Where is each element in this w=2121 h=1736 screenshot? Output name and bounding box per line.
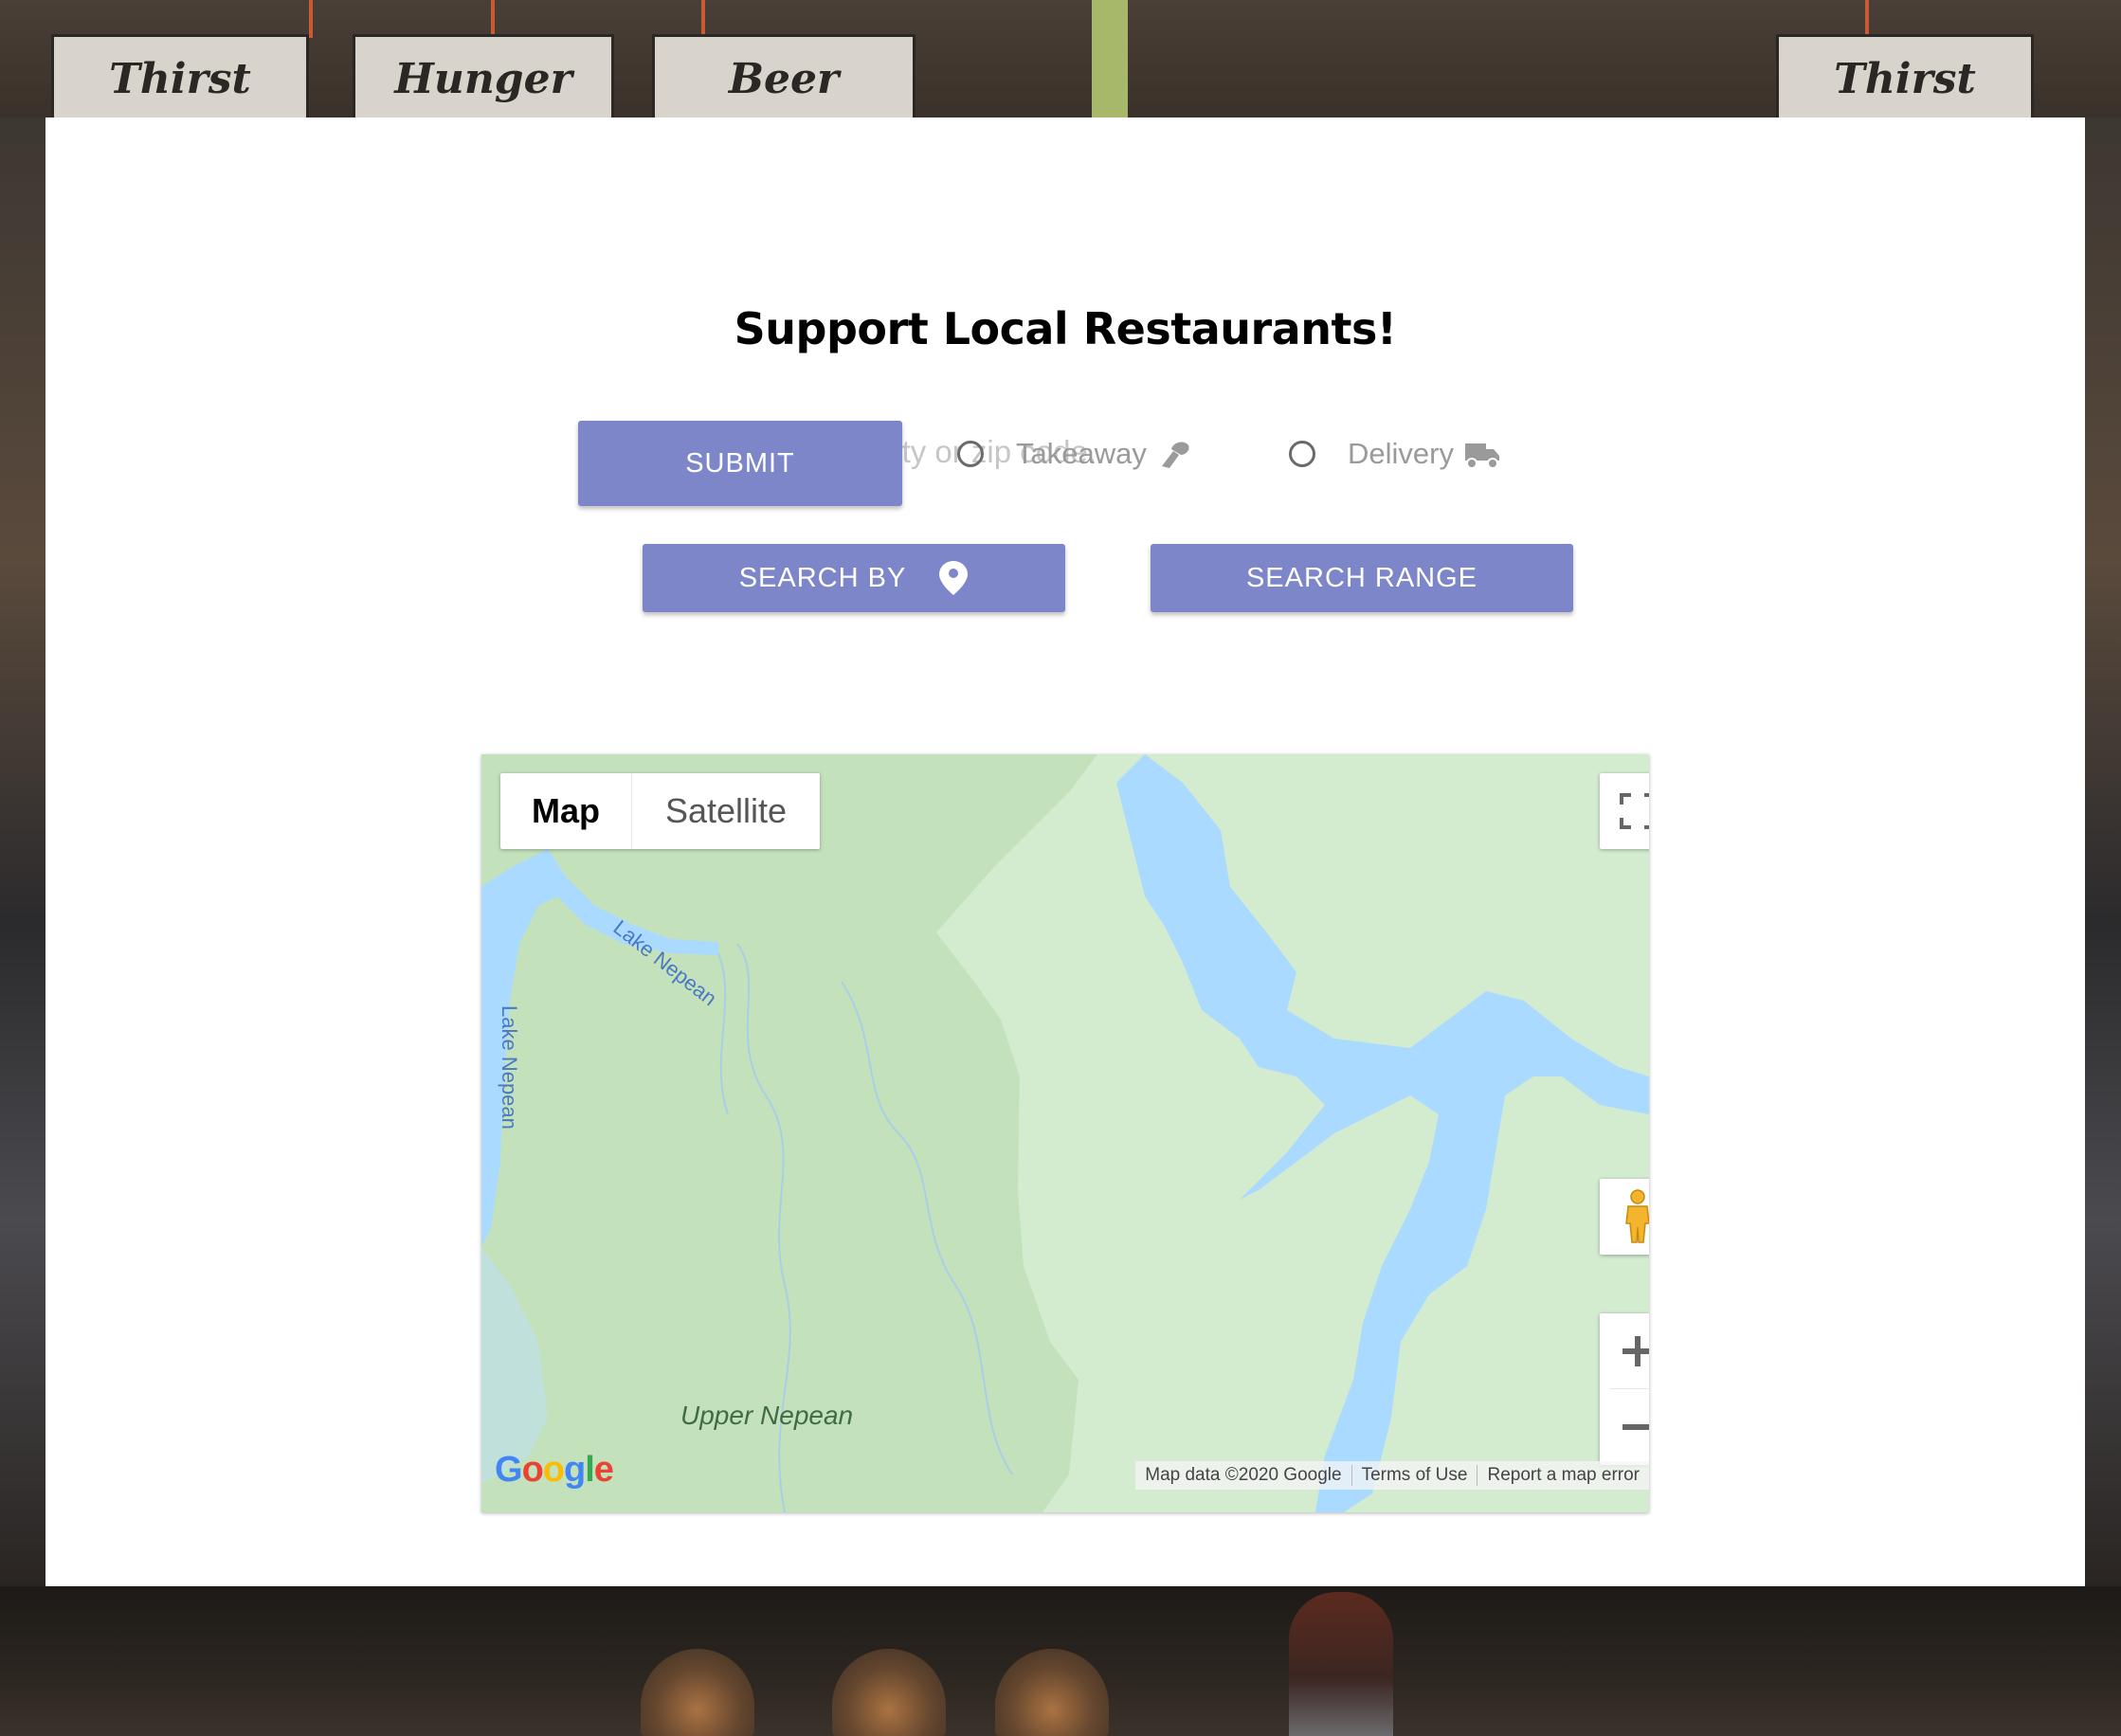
takeaway-label: Takeaway xyxy=(1016,437,1147,470)
takeaway-radio[interactable]: Takeaway xyxy=(957,423,1194,485)
submit-button[interactable]: SUBMIT xyxy=(578,421,902,506)
map-terrain xyxy=(481,754,1649,1512)
submit-button-label: SUBMIT xyxy=(685,447,795,479)
main-card: Support Local Restaurants! SUBMIT Takeaw… xyxy=(45,118,2085,1586)
background-strip xyxy=(1092,0,1128,118)
map-data-credit: Map data ©2020 Google xyxy=(1145,1465,1342,1485)
map-label-lake: Lake Nepean xyxy=(498,1005,521,1130)
search-range-button[interactable]: SEARCH RANGE xyxy=(1151,544,1573,612)
zoom-out-button[interactable] xyxy=(1600,1389,1649,1465)
background-right-edge xyxy=(2083,118,2121,1586)
lamp-cord xyxy=(309,0,313,38)
barista xyxy=(1289,1592,1393,1736)
pegman-icon xyxy=(1625,1189,1649,1243)
background-sign: Thirst xyxy=(51,34,309,123)
report-map-error-link[interactable]: Report a map error xyxy=(1477,1465,1649,1486)
delivery-label: Delivery xyxy=(1348,437,1454,470)
takeaway-icon xyxy=(1161,442,1189,468)
map-view[interactable]: Lake Nepean Lake Nepean Upper Nepean Map… xyxy=(481,754,1649,1512)
terms-of-use-link[interactable]: Terms of Use xyxy=(1351,1465,1477,1486)
lamp-cord xyxy=(701,0,705,38)
lamp-cord xyxy=(491,0,495,38)
street-view-pegman[interactable] xyxy=(1600,1179,1649,1255)
background-sign: Hunger xyxy=(353,34,614,123)
map-attribution: Map data ©2020 Google Terms of Use Repor… xyxy=(1135,1461,1649,1490)
search-by-button[interactable]: SEARCH BY xyxy=(643,544,1065,612)
map-type-control: Map Satellite xyxy=(500,773,820,849)
radio-circle[interactable] xyxy=(957,441,984,467)
lamp-cord xyxy=(1865,0,1869,38)
page-title: Support Local Restaurants! xyxy=(734,303,1397,354)
radio-circle[interactable] xyxy=(1289,441,1315,467)
zoom-control xyxy=(1600,1313,1649,1465)
background-sign: Beer xyxy=(652,34,915,123)
map-type-satellite-button[interactable]: Satellite xyxy=(632,773,820,849)
truck-icon xyxy=(1464,443,1499,469)
zoom-in-button[interactable] xyxy=(1600,1313,1649,1389)
fullscreen-icon xyxy=(1620,793,1649,829)
fullscreen-button[interactable] xyxy=(1600,773,1649,849)
plus-icon xyxy=(1622,1336,1649,1366)
minus-icon xyxy=(1622,1424,1649,1430)
search-range-label: SEARCH RANGE xyxy=(1245,562,1478,593)
zoom-divider xyxy=(1609,1388,1649,1389)
map-type-map-button[interactable]: Map xyxy=(500,773,632,849)
search-by-label: SEARCH BY xyxy=(738,562,907,593)
background-left-edge xyxy=(0,118,45,1586)
location-pin-icon xyxy=(939,561,969,595)
map-label-place: Upper Nepean xyxy=(680,1401,854,1430)
google-logo: Google xyxy=(495,1450,614,1490)
delivery-radio[interactable]: Delivery xyxy=(1289,423,1501,485)
background-sign: Thirst xyxy=(1776,34,2034,123)
